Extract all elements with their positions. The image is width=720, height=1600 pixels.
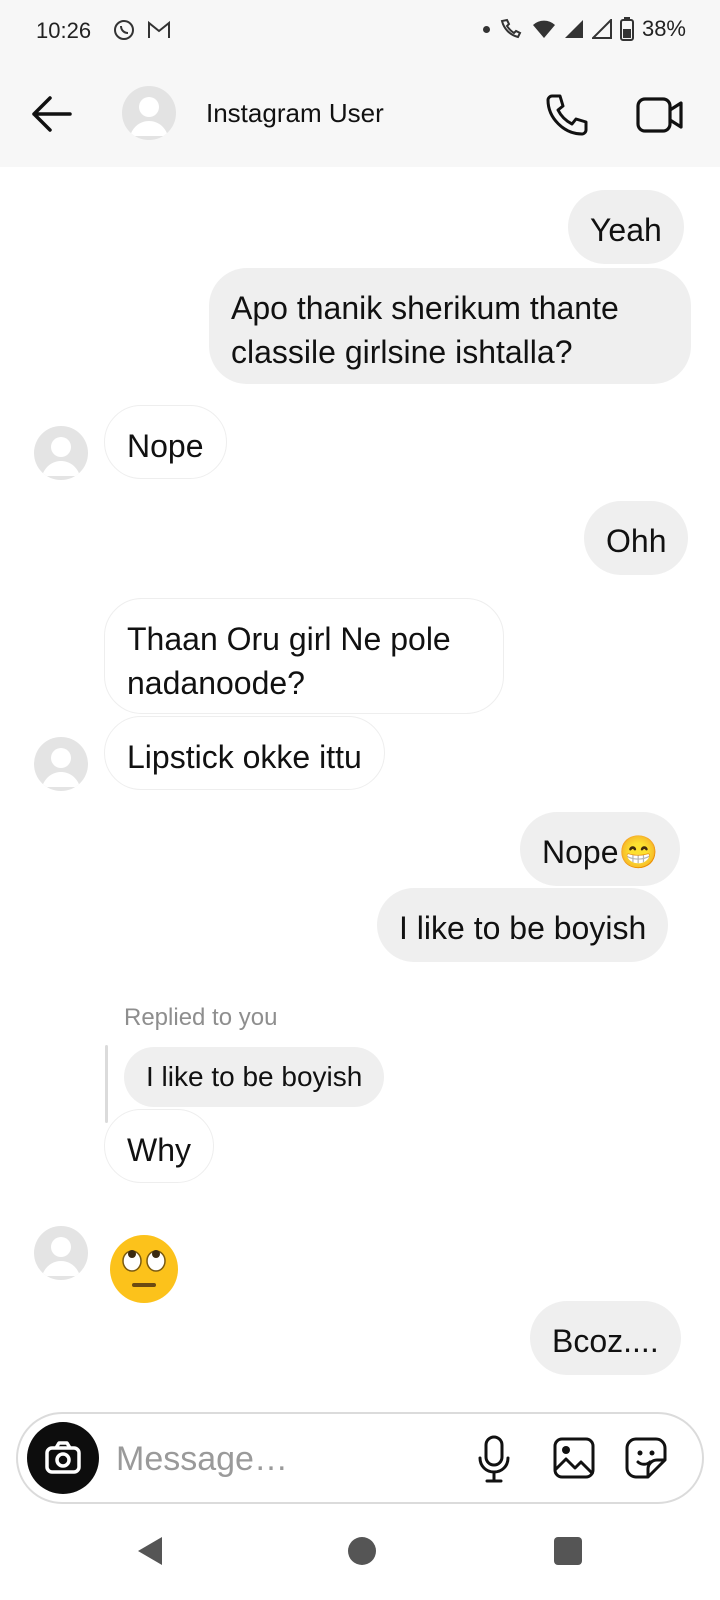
nav-home-icon[interactable]	[348, 1537, 376, 1565]
message-composer	[16, 1412, 704, 1504]
default-avatar-icon	[42, 748, 80, 787]
camera-icon	[45, 1441, 81, 1474]
microphone-icon[interactable]	[476, 1434, 512, 1484]
incoming-message[interactable]: Nope	[104, 405, 227, 479]
default-avatar-icon	[42, 437, 80, 476]
quoted-message[interactable]: I like to be boyish	[124, 1047, 385, 1107]
incoming-message[interactable]: Why	[104, 1109, 214, 1183]
default-avatar-icon	[130, 97, 168, 136]
outgoing-message[interactable]: Ohh	[584, 501, 689, 575]
notification-dot-icon	[482, 25, 490, 33]
status-time: 10:26	[36, 18, 92, 43]
sticker-icon[interactable]	[624, 1436, 668, 1480]
outgoing-message[interactable]: Apo thanik sherikum thante classile girl…	[209, 268, 691, 384]
outgoing-message[interactable]: Nope😁	[520, 812, 681, 886]
status-bar: 10:26 38%	[0, 0, 720, 64]
whatsapp-icon	[114, 20, 134, 40]
outgoing-message[interactable]: Bcoz....	[530, 1301, 681, 1375]
nav-back-icon[interactable]	[136, 1536, 164, 1566]
camera-button[interactable]	[27, 1422, 99, 1494]
reply-label: Replied to you	[124, 1004, 278, 1031]
nav-recents-icon[interactable]	[554, 1537, 582, 1565]
battery-level: 38%	[641, 16, 686, 41]
video-camera-icon[interactable]	[636, 92, 684, 138]
gmail-icon	[148, 20, 170, 38]
contact-avatar[interactable]	[122, 86, 176, 140]
phone-icon[interactable]	[544, 92, 590, 138]
sender-avatar[interactable]	[34, 1226, 88, 1280]
back-arrow-icon[interactable]	[28, 94, 74, 134]
wifi-icon	[532, 20, 555, 38]
battery-icon	[619, 17, 634, 41]
face-with-rolling-eyes-icon[interactable]	[108, 1233, 180, 1305]
outgoing-message[interactable]: Yeah	[568, 190, 684, 264]
incoming-message[interactable]: Lipstick okke ittu	[104, 716, 385, 790]
chat-header: Instagram User	[0, 64, 720, 167]
outgoing-message[interactable]: I like to be boyish	[377, 888, 669, 962]
contact-name[interactable]: Instagram User	[206, 98, 384, 129]
message-input[interactable]	[114, 1436, 448, 1482]
sender-avatar[interactable]	[34, 426, 88, 480]
wifi-call-icon	[500, 18, 522, 39]
gallery-icon[interactable]	[552, 1436, 596, 1480]
sender-avatar[interactable]	[34, 737, 88, 791]
default-avatar-icon	[42, 1237, 80, 1276]
signal-icon	[591, 19, 612, 39]
message-thread[interactable]: Yeah Apo thanik sherikum thante classile…	[0, 167, 720, 1409]
incoming-message[interactable]: Thaan Oru girl Ne pole nadanoode?	[104, 598, 504, 714]
system-nav-bar	[0, 1504, 720, 1600]
reply-indicator-bar	[105, 1045, 108, 1123]
signal-icon	[564, 20, 583, 38]
